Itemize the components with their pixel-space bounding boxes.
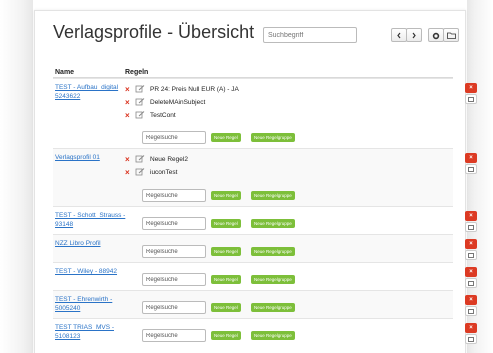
new-rule-group-button[interactable]: Neue Regelgruppe xyxy=(251,331,295,340)
page-title: Verlagsprofile - Übersicht xyxy=(53,22,255,42)
column-header-rules: Regeln xyxy=(125,69,149,76)
prev-button[interactable] xyxy=(391,28,407,42)
edit-profile-button[interactable] xyxy=(465,334,477,344)
new-rule-button[interactable]: Neue Regel xyxy=(211,303,241,312)
rule-item: × DeleteMAinSubject xyxy=(125,96,205,108)
table-row: Verlagsprofil 01 × Neue Regel2 × iuconTe… xyxy=(53,148,477,206)
column-header-name: Name xyxy=(55,69,75,76)
folder-button[interactable] xyxy=(443,28,459,42)
delete-profile-button[interactable]: × xyxy=(465,239,477,249)
edit-rule-icon[interactable] xyxy=(135,98,146,106)
new-rule-group-button[interactable]: Neue Regelgruppe xyxy=(251,219,295,228)
delete-profile-button[interactable]: × xyxy=(465,267,477,277)
folder-icon xyxy=(446,32,456,39)
new-rule-button[interactable]: Neue Regel xyxy=(211,275,241,284)
rule-search-input[interactable] xyxy=(142,273,206,286)
table-row: TEST TRIAS_MVS - 5108123 Neue Regel Neue… xyxy=(53,318,477,348)
edit-icon xyxy=(468,337,474,342)
edit-profile-button[interactable] xyxy=(465,250,477,260)
delete-rule-icon[interactable]: × xyxy=(125,98,135,107)
profile-name-link[interactable]: NZZ Libro Profil xyxy=(55,239,133,248)
new-rule-group-button[interactable]: Neue Regelgruppe xyxy=(251,303,295,312)
table-row: TEST - Ehrenwirth - 5005240 Neue Regel N… xyxy=(53,290,477,318)
profile-name-link[interactable]: TEST - Aufbau_digital 5243622 xyxy=(55,83,133,101)
edit-icon xyxy=(468,281,474,286)
new-rule-button[interactable]: Neue Regel xyxy=(211,133,241,142)
rule-label: TestCont xyxy=(150,111,176,119)
rule-search-input[interactable] xyxy=(142,131,206,144)
delete-profile-button[interactable]: × xyxy=(465,295,477,305)
edit-profile-button[interactable] xyxy=(465,222,477,232)
delete-profile-button[interactable]: × xyxy=(465,211,477,221)
rule-search-input[interactable] xyxy=(142,329,206,342)
rule-label: Neue Regel2 xyxy=(150,155,188,163)
new-rule-button[interactable]: Neue Regel xyxy=(211,191,241,200)
new-rule-group-button[interactable]: Neue Regelgruppe xyxy=(251,191,295,200)
next-button[interactable] xyxy=(406,28,422,42)
delete-rule-icon[interactable]: × xyxy=(125,168,135,177)
profile-name-link[interactable]: TEST - Wiley - 88942 xyxy=(55,267,133,276)
edit-profile-button[interactable] xyxy=(465,94,477,104)
new-rule-button[interactable]: Neue Regel xyxy=(211,219,241,228)
edit-profile-button[interactable] xyxy=(465,306,477,316)
rule-item: × iuconTest xyxy=(125,166,177,178)
edit-profile-button[interactable] xyxy=(465,164,477,174)
edit-icon xyxy=(468,225,474,230)
delete-profile-button[interactable]: × xyxy=(465,323,477,333)
rule-search-input[interactable] xyxy=(142,301,206,314)
chevron-right-icon xyxy=(412,32,416,39)
rule-search-input[interactable] xyxy=(142,245,206,258)
rule-search-input[interactable] xyxy=(142,189,206,202)
table-row: TEST - Wiley - 88942 Neue Regel Neue Reg… xyxy=(53,262,477,290)
delete-rule-icon[interactable]: × xyxy=(125,85,135,94)
edit-rule-icon[interactable] xyxy=(135,111,146,119)
table-row: NZZ Libro Profil Neue Regel Neue Regelgr… xyxy=(53,234,477,262)
profile-name-link[interactable]: Verlagsprofil 01 xyxy=(55,153,133,162)
chevron-left-icon xyxy=(397,32,401,39)
edit-profile-button[interactable] xyxy=(465,278,477,288)
delete-rule-icon[interactable]: × xyxy=(125,155,135,164)
edit-icon xyxy=(468,97,474,102)
table-row: TEST - Aufbau_digital 5243622 × PR 24: P… xyxy=(53,78,477,148)
edit-rule-icon[interactable] xyxy=(135,155,146,163)
delete-profile-button[interactable]: × xyxy=(465,83,477,93)
edit-rule-icon[interactable] xyxy=(135,85,146,93)
search-input[interactable] xyxy=(263,27,357,43)
new-rule-button[interactable]: Neue Regel xyxy=(211,247,241,256)
new-rule-group-button[interactable]: Neue Regelgruppe xyxy=(251,247,295,256)
page-background-left xyxy=(0,0,33,353)
table-row: TEST - Schott_Strauss - 93148 Neue Regel… xyxy=(53,206,477,234)
new-rule-group-button[interactable]: Neue Regelgruppe xyxy=(251,133,295,142)
rule-item: × Neue Regel2 xyxy=(125,153,188,165)
edit-icon xyxy=(468,253,474,258)
new-rule-button[interactable]: Neue Regel xyxy=(211,331,241,340)
profile-name-link[interactable]: TEST - Ehrenwirth - 5005240 xyxy=(55,295,133,313)
profile-name-link[interactable]: TEST - Schott_Strauss - 93148 xyxy=(55,211,133,229)
delete-profile-button[interactable]: × xyxy=(465,153,477,163)
profile-name-link[interactable]: TEST TRIAS_MVS - 5108123 xyxy=(55,323,133,341)
delete-rule-icon[interactable]: × xyxy=(125,111,135,120)
rule-label: PR 24: Preis Null EUR (A) - JA xyxy=(150,85,239,93)
rule-search-input[interactable] xyxy=(142,217,206,230)
rule-item: × PR 24: Preis Null EUR (A) - JA xyxy=(125,83,239,95)
rule-label: DeleteMAinSubject xyxy=(150,98,206,106)
edit-rule-icon[interactable] xyxy=(135,168,146,176)
edit-icon xyxy=(468,309,474,314)
rule-item: × TestCont xyxy=(125,109,176,121)
edit-icon xyxy=(468,167,474,172)
settings-button[interactable] xyxy=(428,28,444,42)
profiles-panel: Verlagsprofile - Übersicht Name Regeln T… xyxy=(34,10,477,353)
rule-label: iuconTest xyxy=(150,168,178,176)
new-rule-group-button[interactable]: Neue Regelgruppe xyxy=(251,275,295,284)
gear-icon xyxy=(432,32,440,40)
